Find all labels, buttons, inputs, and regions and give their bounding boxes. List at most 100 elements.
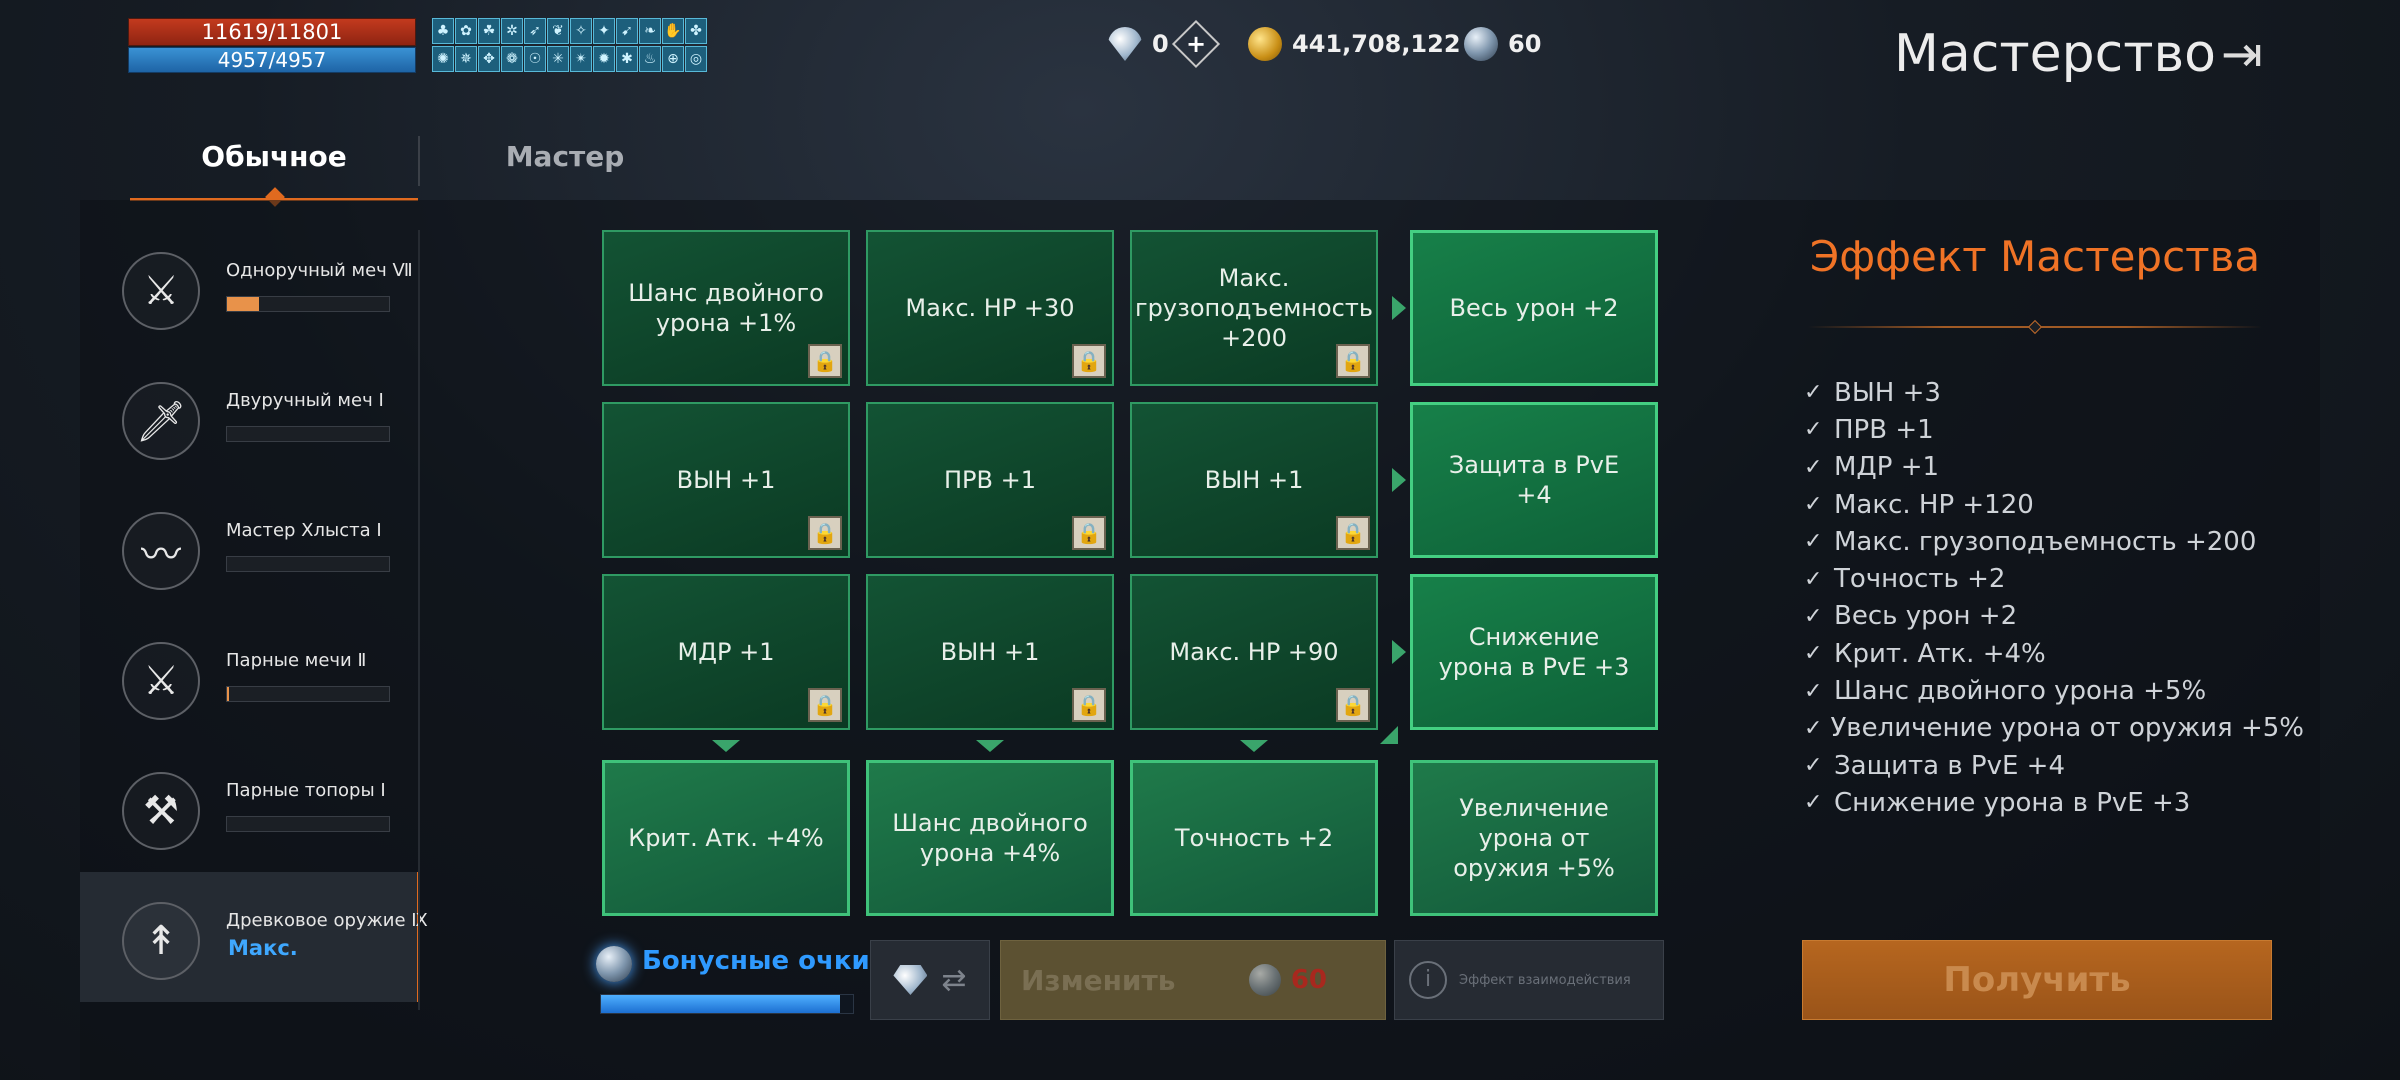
lock-icon: 🔒 <box>1072 344 1106 378</box>
mastery-node[interactable]: ВЫН +1 🔒 <box>866 574 1114 730</box>
mastery-effect-item: ✓ Макс. НР +120 <box>1804 486 2304 523</box>
diamond-icon <box>893 965 928 995</box>
mp-bar: 4957/4957 <box>128 47 416 73</box>
change-button-label: Изменить <box>1021 963 1176 997</box>
mastery-node[interactable]: Снижение урона в PvE +3 <box>1410 574 1658 730</box>
buff-icon: ✲ <box>501 18 523 44</box>
mastery-node[interactable]: Точность +2 <box>1130 760 1378 916</box>
mastery-effect-item: ✓ Весь урон +2 <box>1804 598 2304 635</box>
orb-icon <box>1464 27 1498 61</box>
buff-icon: ➶ <box>524 18 546 44</box>
arrow-right-icon <box>1392 296 1406 320</box>
bonus-points-label: Бонусные очки <box>642 946 870 976</box>
buff-icon: ☘ <box>478 18 500 44</box>
mastery-node-label: ВЫН +1 <box>1204 466 1304 494</box>
weapon-icon: ⚔ <box>122 252 200 330</box>
lock-icon: 🔒 <box>808 344 842 378</box>
mastery-node[interactable]: Весь урон +2 <box>1410 230 1658 386</box>
mastery-node-label: Снижение урона в PvE +3 <box>1438 623 1630 681</box>
bonus-orb-icon <box>596 946 632 982</box>
weapon-name: Двуручный меч Ⅰ <box>226 390 384 411</box>
buff-icon: ✧ <box>570 18 592 44</box>
buff-icon: ✳ <box>547 46 569 72</box>
check-icon: ✓ <box>1804 715 1823 741</box>
weapon-progress-bar <box>226 686 390 702</box>
mastery-node[interactable]: Шанс двойного урона +1% 🔒 <box>602 230 850 386</box>
weapon-item[interactable]: 〰 Мастер Хлыста Ⅰ <box>80 482 420 612</box>
lock-icon: 🔒 <box>1336 344 1370 378</box>
check-icon: ✓ <box>1804 678 1823 704</box>
arrow-down-icon <box>712 740 740 752</box>
mastery-node[interactable]: Крит. Атк. +4% <box>602 760 850 916</box>
mastery-effect-item: ✓ Макс. грузоподъемность +200 <box>1804 523 2304 560</box>
weapon-name: Парные топоры Ⅰ <box>226 780 386 801</box>
weapon-name: Мастер Хлыста Ⅰ <box>226 520 382 541</box>
buff-bar: ♣ ✿ ☘ ✲ ➶ ❦ ✧ ✦ ➹ ❧ ✋ ✤ ✺ ✵ ✥ ❁ ☉ ✳ ✴ ✹ ✱ ♨ ⊕ ◎ <box>432 18 707 72</box>
mastery-effect-text: Крит. Атк. +4% <box>1834 638 2046 669</box>
mastery-effect-text: МДР +1 <box>1834 452 1940 483</box>
add-diamond-button[interactable]: + <box>1171 19 1220 69</box>
weapon-icon: ⚒ <box>122 772 200 850</box>
exit-icon[interactable]: ⇥ <box>2210 22 2274 86</box>
check-icon: ✓ <box>1804 380 1823 406</box>
swap-icon: ⇄ <box>941 962 967 998</box>
mastery-effect-text: ПРВ +1 <box>1834 414 1934 445</box>
mastery-node-label: ВЫН +1 <box>676 466 776 494</box>
lock-icon: 🔒 <box>808 688 842 722</box>
orb-count: 60 <box>1508 30 1542 58</box>
mastery-node[interactable]: ВЫН +1 🔒 <box>1130 402 1378 558</box>
mastery-effect-item: ✓ Снижение урона в PvE +3 <box>1804 784 2304 821</box>
mastery-node[interactable]: Макс. грузоподъемность +200 🔒 <box>1130 230 1378 386</box>
mastery-node[interactable]: Увеличение урона от оружия +5% <box>1410 760 1658 916</box>
weapon-item[interactable]: ↟ Древковое оружие Ⅸ Макс. <box>80 872 428 1002</box>
mastery-node-label: Крит. Атк. +4% <box>628 824 824 852</box>
check-icon: ✓ <box>1804 603 1823 629</box>
lock-icon: 🔒 <box>1072 688 1106 722</box>
mastery-node[interactable]: Макс. НР +30 🔒 <box>866 230 1114 386</box>
mastery-effect-item: ✓ Крит. Атк. +4% <box>1804 635 2304 672</box>
buff-icon: ✵ <box>455 46 477 72</box>
mastery-node[interactable]: Защита в PvE +4 <box>1410 402 1658 558</box>
mastery-effect-text: Макс. грузоподъемность +200 <box>1834 526 2257 557</box>
arrow-down-icon <box>976 740 1004 752</box>
diamond-currency: 0 + <box>1108 19 1220 69</box>
get-button[interactable]: Получить <box>1802 940 2272 1020</box>
weapon-progress-fill <box>227 687 229 701</box>
mastery-node[interactable]: Шанс двойного урона +4% <box>866 760 1114 916</box>
mastery-node[interactable]: ПРВ +1 🔒 <box>866 402 1114 558</box>
mastery-node-label: МДР +1 <box>677 638 775 666</box>
orb-icon <box>1248 964 1281 996</box>
interaction-effect-button[interactable]: i Эффект взаимодействия <box>1394 940 1664 1020</box>
mastery-effect-text: Весь урон +2 <box>1834 601 2018 632</box>
mastery-effect-text: Защита в PvE +4 <box>1834 750 2066 781</box>
weapon-item[interactable]: 🗡 Двуручный меч Ⅰ <box>80 352 420 482</box>
check-icon: ✓ <box>1804 566 1823 592</box>
mastery-effect-item: ✓ Точность +2 <box>1804 560 2304 597</box>
arrow-right-icon <box>1392 468 1406 492</box>
bonus-progress-fill <box>601 995 841 1013</box>
mastery-node-label: Макс. грузоподъемность +200 <box>1135 264 1373 352</box>
tab-master[interactable]: Мастер <box>420 134 710 198</box>
change-cost: 60 <box>1290 965 1327 995</box>
mastery-grid: Шанс двойного урона +1% 🔒 Макс. НР +30 🔒 Мак… <box>602 230 1664 920</box>
check-icon: ✓ <box>1804 641 1823 667</box>
buff-icon: ✦ <box>593 18 615 44</box>
diamond-count: 0 <box>1152 30 1169 58</box>
arrow-down-icon <box>1240 740 1268 752</box>
weapon-progress-bar <box>226 816 390 832</box>
weapon-item[interactable]: ⚔ Парные мечи Ⅱ <box>80 612 420 742</box>
swap-button[interactable]: ⇄ <box>870 940 990 1020</box>
gold-count: 441,708,122 <box>1292 30 1461 58</box>
mastery-effect-text: Точность +2 <box>1834 564 2006 595</box>
mastery-node-label: Увеличение урона от оружия +5% <box>1453 794 1615 882</box>
weapon-progress-bar <box>226 426 390 442</box>
mastery-node[interactable]: МДР +1 🔒 <box>602 574 850 730</box>
info-icon: i <box>1409 961 1447 999</box>
weapon-name: Парные мечи Ⅱ <box>226 650 367 671</box>
buff-icon: ❦ <box>547 18 569 44</box>
weapon-item[interactable]: ⚒ Парные топоры Ⅰ <box>80 742 420 872</box>
mastery-node[interactable]: ВЫН +1 🔒 <box>602 402 850 558</box>
change-button[interactable]: Изменить 60 <box>1000 940 1386 1020</box>
mastery-node[interactable]: Макс. НР +90 🔒 <box>1130 574 1378 730</box>
weapon-item[interactable]: ⚔ Одноручный меч Ⅶ <box>80 222 420 352</box>
